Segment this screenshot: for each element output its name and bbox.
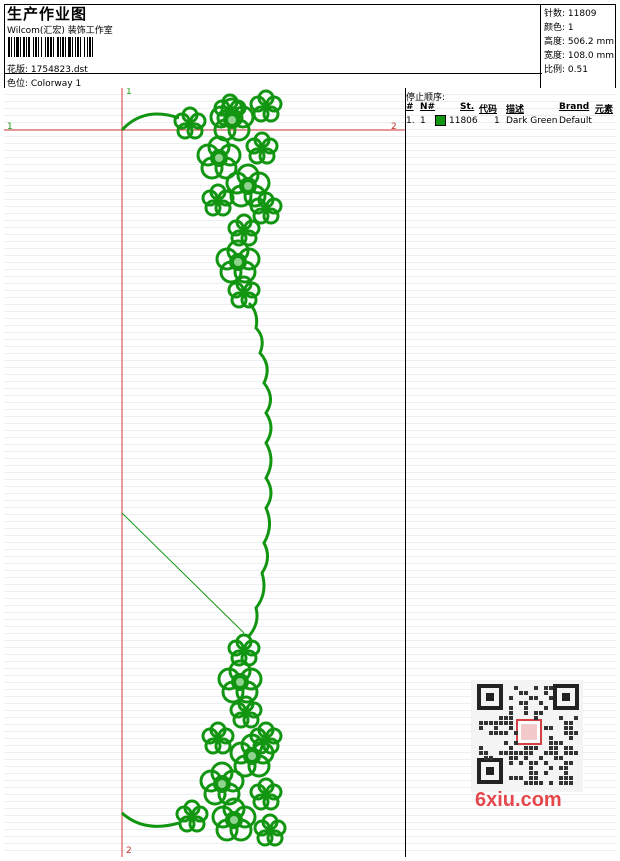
col-header-code: 代码 bbox=[479, 105, 498, 115]
col-header-index: # bbox=[406, 102, 414, 112]
axis-label-right: 2 bbox=[391, 122, 397, 132]
row-stitches: 11806 bbox=[449, 116, 478, 126]
col-header-element: 元素 bbox=[595, 105, 614, 115]
scale: 比例: 0.51 bbox=[544, 65, 588, 75]
col-header-description: 描述 bbox=[506, 105, 525, 115]
axis-label-bottom: 2 bbox=[126, 846, 132, 856]
axis-label-left: 1 bbox=[7, 122, 13, 132]
divider bbox=[4, 73, 542, 74]
axis-label-top: 1 bbox=[126, 88, 132, 97]
color-count: 颜色: 1 bbox=[544, 23, 574, 33]
qr-code bbox=[471, 680, 583, 792]
stitch-count: 针数: 11809 bbox=[544, 9, 597, 19]
production-sheet: { "header": { "title": "生产作业图", "subtitl… bbox=[0, 0, 620, 861]
design-width: 宽度: 108.0 mm bbox=[544, 51, 615, 61]
row-index: 1. bbox=[406, 116, 415, 126]
barcode bbox=[8, 37, 140, 57]
row-needle: 1 bbox=[420, 116, 426, 126]
design-height: 高度: 506.2 mm bbox=[544, 37, 615, 47]
row-description: Dark Green bbox=[506, 116, 558, 126]
col-header-brand: Brand bbox=[559, 102, 590, 112]
design-canvas: 1 1 2 2 bbox=[4, 88, 405, 857]
row-code: 1 bbox=[494, 116, 500, 126]
page-title: 生产作业图 bbox=[7, 5, 88, 23]
col-header-needle: N# bbox=[420, 102, 436, 112]
watermark: 6xiu.com bbox=[475, 789, 562, 811]
row-brand: Default bbox=[559, 116, 592, 126]
col-header-stitches: St. bbox=[460, 102, 475, 112]
studio-name: Wilcom(汇宏) 装饰工作室 bbox=[7, 26, 113, 36]
design-info: 针数: 11809 颜色: 1 高度: 506.2 mm 宽度: 108.0 m… bbox=[540, 4, 616, 88]
embroidery-preview bbox=[4, 88, 405, 857]
thread-color-swatch bbox=[435, 115, 446, 126]
